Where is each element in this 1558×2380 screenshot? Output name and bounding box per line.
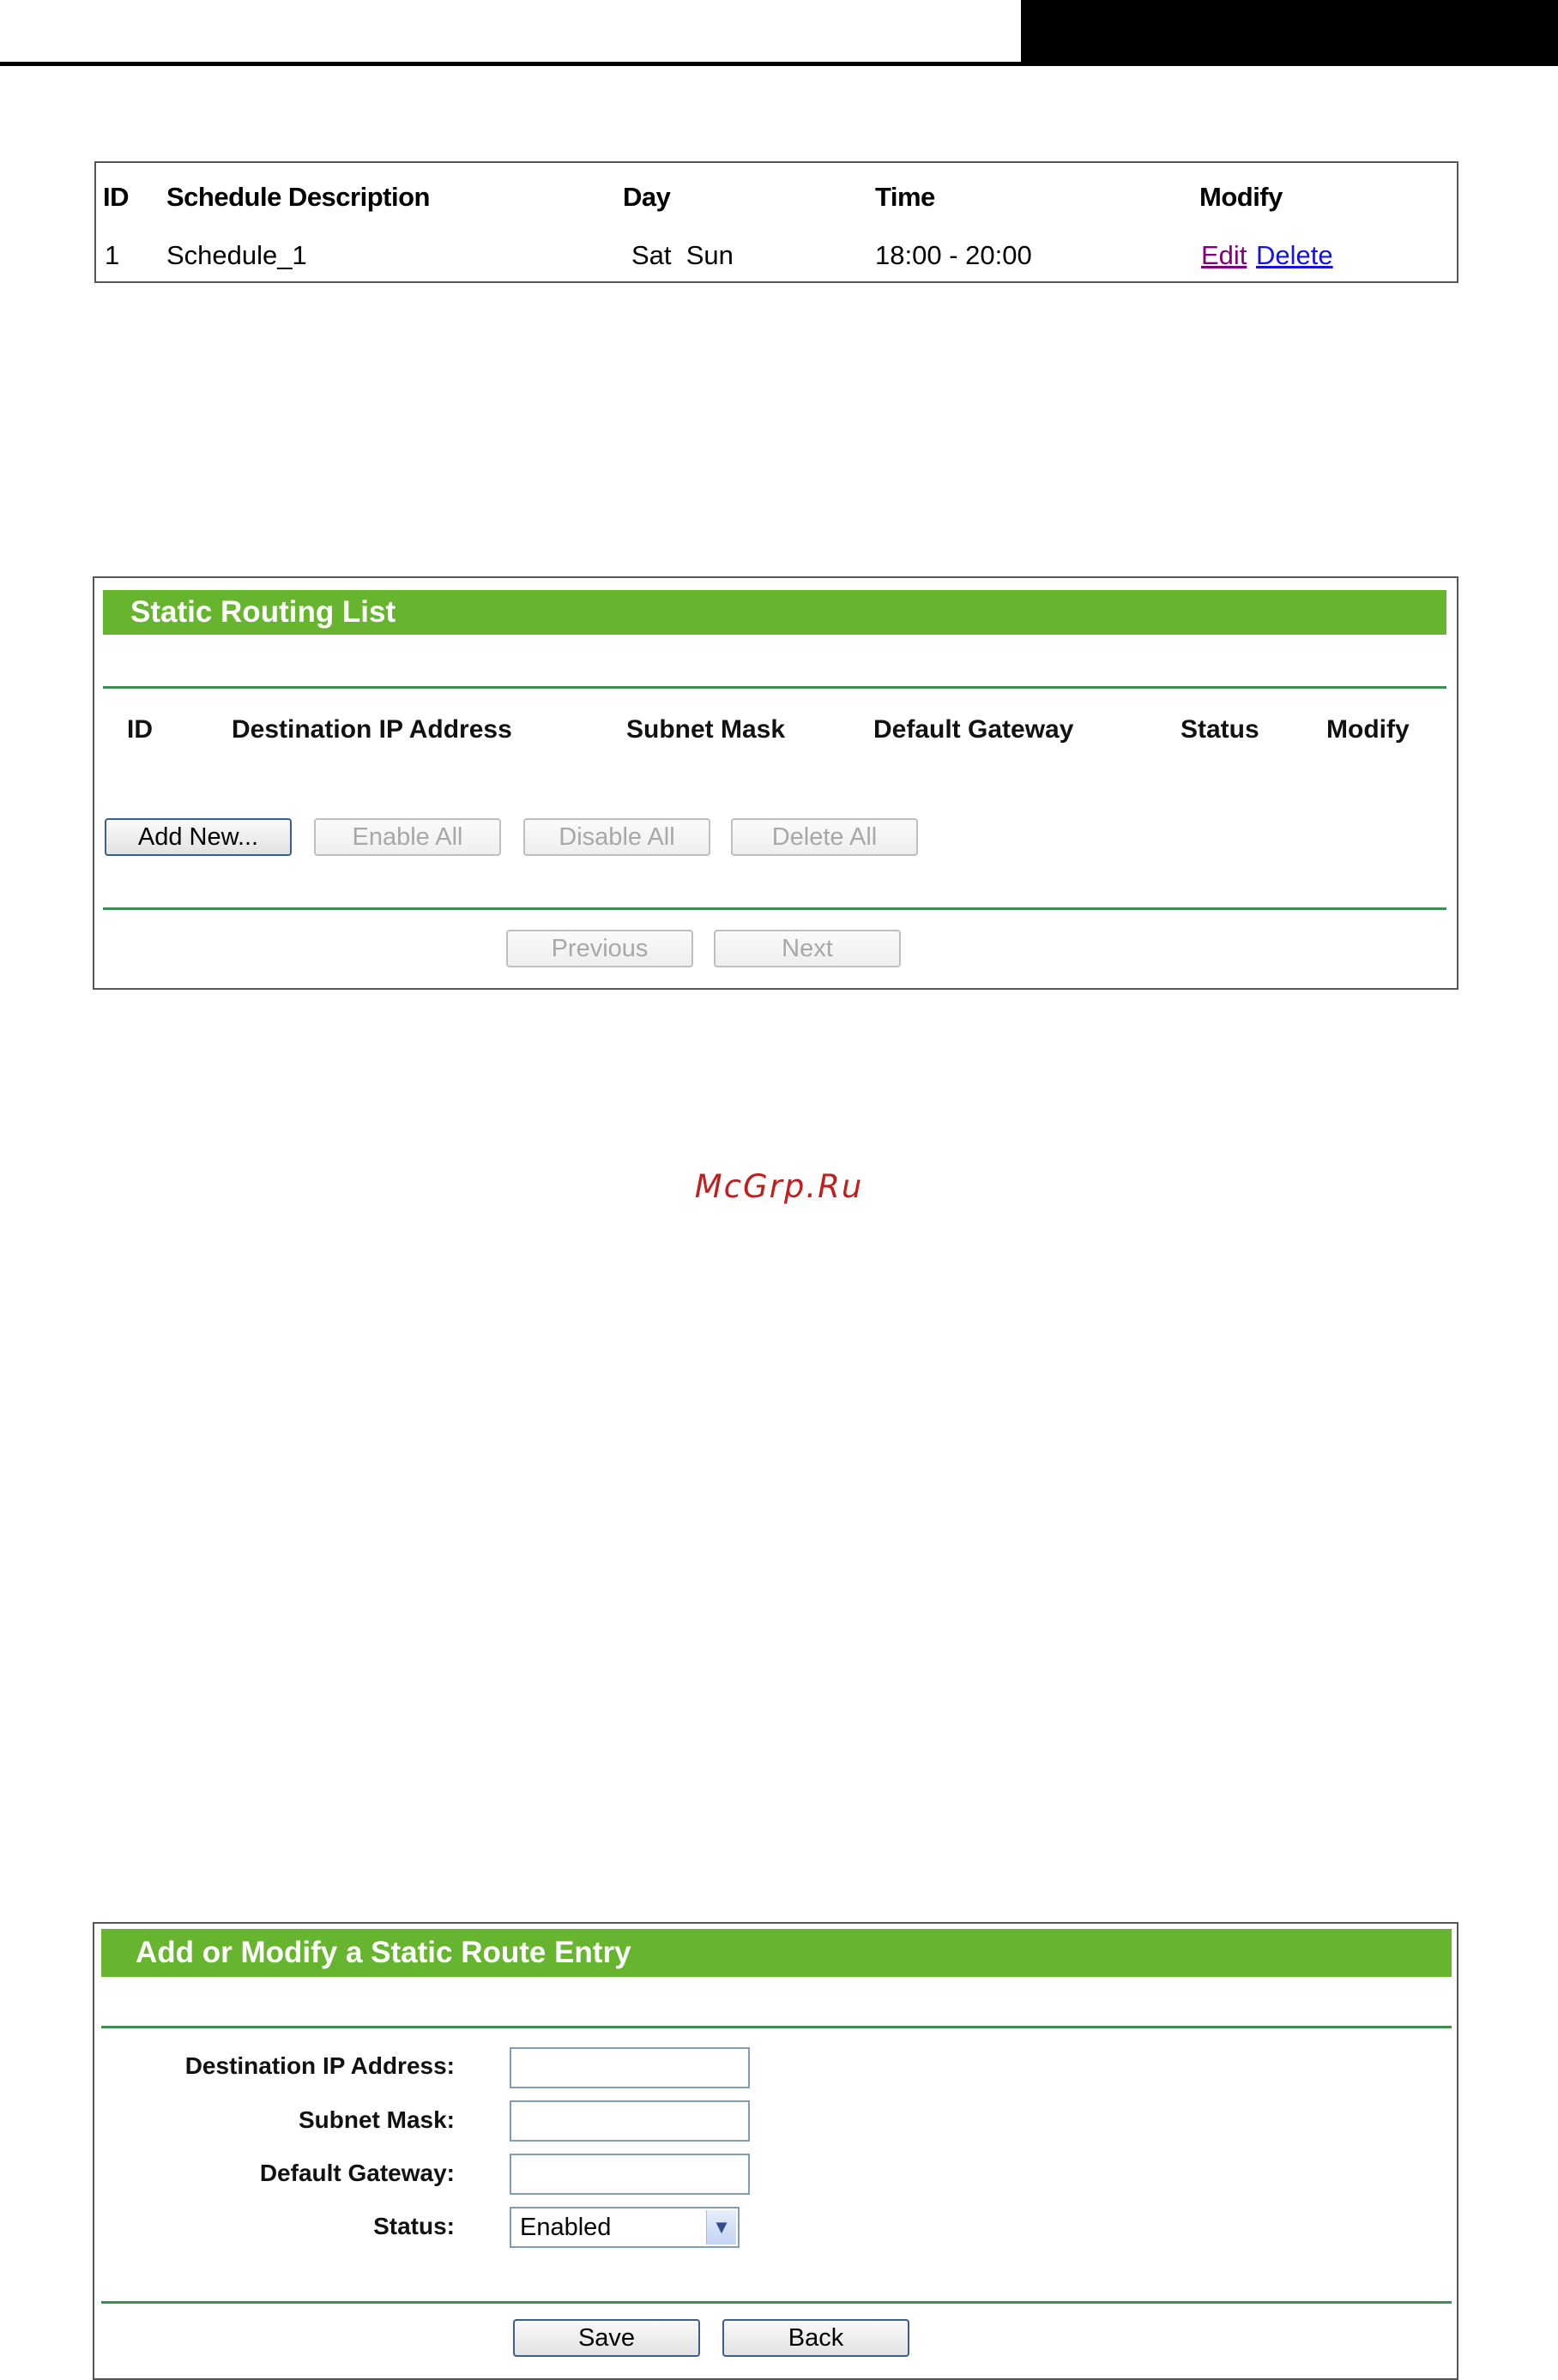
row-time: 18:00 - 20:00 bbox=[875, 240, 1032, 270]
add-new-button[interactable]: Add New... bbox=[105, 818, 292, 856]
watermark: McGrp.Ru bbox=[694, 1168, 864, 1205]
row-id: 1 bbox=[105, 240, 120, 270]
default-gateway-label: Default Gateway: bbox=[259, 2160, 455, 2186]
header-modify: Modify bbox=[1199, 182, 1283, 212]
header-time: Time bbox=[875, 182, 935, 212]
divider bbox=[101, 2301, 1452, 2304]
col-subnet-mask: Subnet Mask bbox=[626, 715, 786, 744]
panel-title: Add or Modify a Static Route Entry bbox=[101, 1929, 1452, 1977]
static-routing-list-panel: Static Routing List ID Destination IP Ad… bbox=[93, 576, 1458, 990]
header-id: ID bbox=[103, 182, 130, 212]
delete-all-button[interactable]: Delete All bbox=[731, 818, 918, 856]
destination-ip-input[interactable] bbox=[510, 2047, 750, 2088]
divider bbox=[103, 907, 1446, 910]
divider bbox=[103, 686, 1446, 689]
divider bbox=[101, 2026, 1452, 2028]
default-gateway-input[interactable] bbox=[510, 2154, 750, 2195]
delete-link[interactable]: Delete bbox=[1256, 240, 1333, 271]
page-header-block bbox=[1021, 0, 1558, 63]
subnet-mask-label: Subnet Mask: bbox=[298, 2106, 455, 2133]
enable-all-button[interactable]: Enable All bbox=[314, 818, 501, 856]
next-button[interactable]: Next bbox=[714, 930, 901, 967]
col-status: Status bbox=[1181, 715, 1259, 744]
status-select[interactable]: Enabled ▼ bbox=[510, 2207, 740, 2248]
row-day: Sat Sun bbox=[631, 240, 734, 270]
status-select-value: Enabled bbox=[520, 2214, 612, 2241]
save-button[interactable]: Save bbox=[513, 2319, 700, 2357]
edit-link[interactable]: Edit bbox=[1201, 240, 1247, 271]
header-day: Day bbox=[623, 182, 671, 212]
col-modify: Modify bbox=[1326, 715, 1410, 744]
col-destination-ip: Destination IP Address bbox=[232, 715, 512, 744]
schedule-table: ID Schedule Description Day Time Modify … bbox=[94, 161, 1458, 283]
disable-all-button[interactable]: Disable All bbox=[523, 818, 710, 856]
row-description: Schedule_1 bbox=[166, 240, 307, 270]
panel-title: Static Routing List bbox=[103, 590, 1446, 635]
chevron-down-icon[interactable]: ▼ bbox=[706, 2210, 736, 2244]
destination-ip-label: Destination IP Address: bbox=[184, 2052, 455, 2079]
header-schedule-description: Schedule Description bbox=[166, 182, 430, 212]
previous-button[interactable]: Previous bbox=[506, 930, 693, 967]
col-default-gateway: Default Gateway bbox=[873, 715, 1074, 744]
subnet-mask-input[interactable] bbox=[510, 2100, 750, 2142]
back-button[interactable]: Back bbox=[722, 2319, 909, 2357]
status-label: Status: bbox=[373, 2213, 455, 2239]
add-modify-static-route-panel: Add or Modify a Static Route Entry Desti… bbox=[93, 1922, 1458, 2380]
col-id: ID bbox=[127, 715, 153, 744]
